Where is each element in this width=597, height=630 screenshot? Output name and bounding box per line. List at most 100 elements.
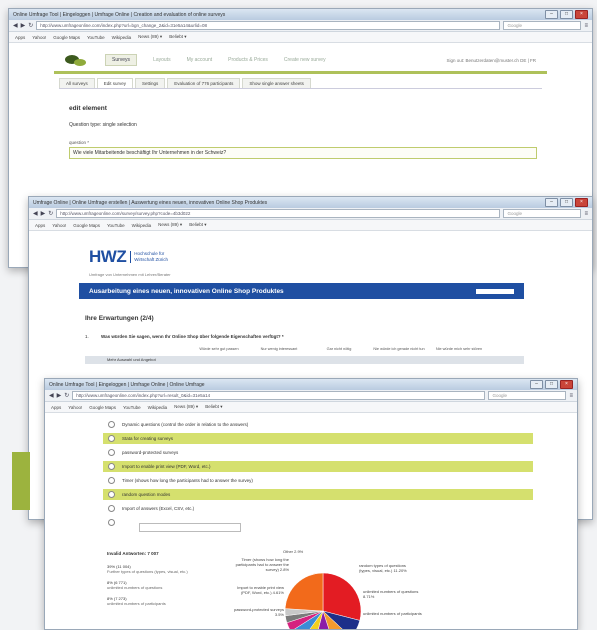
banner-title: Ausarbeitung eines neuen, innovativen On… bbox=[89, 287, 284, 295]
search-input[interactable]: Google bbox=[503, 209, 582, 218]
tab-create-survey[interactable]: Create new survey bbox=[284, 57, 326, 63]
maximize-button[interactable]: □ bbox=[560, 198, 573, 207]
question-text: Was würden Sie sagen, wenn Ihr Online Sh… bbox=[101, 334, 284, 339]
bookmark-item[interactable]: YouTube bbox=[87, 35, 105, 40]
bookmark-item[interactable]: Wikipedia bbox=[132, 223, 152, 228]
green-accent bbox=[12, 452, 30, 510]
back-icon[interactable]: ◀ bbox=[13, 22, 18, 29]
maximize-button[interactable]: □ bbox=[545, 380, 558, 389]
browser-navbar: ◀ ▶ ↻ http://www.umfrageonline.com/surve… bbox=[29, 208, 592, 220]
bookmark-item[interactable]: News (89) ▾ bbox=[138, 34, 162, 40]
close-button[interactable]: × bbox=[575, 198, 588, 207]
option-row[interactable]: Import to enable print view (PDF, Word, … bbox=[103, 461, 533, 472]
subtab-evaluation[interactable]: Evaluation of 776 participants bbox=[167, 78, 241, 88]
col-header: Nie würde mich sehr stören bbox=[435, 347, 483, 351]
pie-label: unlimited numbers of questions 8.71% bbox=[363, 589, 419, 599]
radio-button[interactable] bbox=[108, 505, 115, 512]
bookmark-item[interactable]: Beliebt ▾ bbox=[189, 222, 206, 228]
minimize-button[interactable]: – bbox=[545, 10, 558, 19]
subtab-single-sheets[interactable]: Show single answer sheets bbox=[242, 78, 311, 88]
bookmark-item[interactable]: News (89) ▾ bbox=[158, 222, 182, 228]
radio-button[interactable] bbox=[108, 477, 115, 484]
page: { "window1": { "title": "Online Umfrage … bbox=[0, 0, 597, 630]
stats-title: Invalid Antworten: 7 007 bbox=[107, 551, 159, 556]
bookmark-item[interactable]: Yahoo! bbox=[68, 405, 82, 410]
bookmark-item[interactable]: Yahoo! bbox=[52, 223, 66, 228]
back-icon[interactable]: ◀ bbox=[49, 392, 54, 399]
tab-products-prices[interactable]: Products & Prices bbox=[228, 57, 268, 63]
option-row[interactable]: Stata for creating surveys bbox=[103, 433, 533, 444]
maximize-button[interactable]: □ bbox=[560, 10, 573, 19]
option-label: Timer (shows how long the participants h… bbox=[122, 478, 253, 483]
other-input[interactable] bbox=[139, 523, 241, 532]
option-row[interactable]: Dynamic questions (control the order in … bbox=[103, 419, 533, 430]
forward-icon[interactable]: ▶ bbox=[41, 210, 46, 217]
radio-button[interactable] bbox=[108, 421, 115, 428]
progress-indicator bbox=[476, 288, 514, 294]
tab-my-account[interactable]: My account bbox=[187, 57, 213, 63]
window-survey-results: Online Umfrage Tool | Eingeloggen | Umfr… bbox=[44, 378, 578, 630]
bookmark-item[interactable]: Wikipedia bbox=[112, 35, 132, 40]
subtab-settings[interactable]: Settings bbox=[135, 78, 166, 88]
tab-layouts[interactable]: Layouts bbox=[153, 57, 171, 63]
reload-icon[interactable]: ↻ bbox=[28, 22, 33, 29]
option-row[interactable]: password-protected surveys bbox=[103, 447, 533, 458]
close-button[interactable]: × bbox=[575, 10, 588, 19]
bookmark-item[interactable]: YouTube bbox=[107, 223, 125, 228]
address-bar[interactable]: http://www.umfrageonline.com/survey/surv… bbox=[56, 209, 501, 218]
option-row[interactable]: Timer (shows how long the participants h… bbox=[103, 475, 533, 486]
tab-surveys[interactable]: Surveys bbox=[105, 54, 138, 66]
bookmark-item[interactable]: Apps bbox=[35, 223, 45, 228]
forward-icon[interactable]: ▶ bbox=[21, 22, 26, 29]
subtab-all-surveys[interactable]: All surveys bbox=[59, 78, 95, 88]
question-type: Question type: single selection bbox=[69, 122, 137, 128]
option-label: random question modes bbox=[122, 492, 171, 497]
back-icon[interactable]: ◀ bbox=[33, 210, 38, 217]
bookmark-item[interactable]: Apps bbox=[51, 405, 61, 410]
bookmark-item[interactable]: Beliebt ▾ bbox=[205, 404, 222, 410]
reload-icon[interactable]: ↻ bbox=[64, 392, 69, 399]
search-input[interactable]: Google bbox=[488, 391, 567, 400]
menu-icon[interactable]: ≡ bbox=[584, 23, 588, 29]
reload-icon[interactable]: ↻ bbox=[48, 210, 53, 217]
bookmark-item[interactable]: News (89) ▾ bbox=[174, 404, 198, 410]
title-bar: Online Umfrage Tool | Eingeloggen | Umfr… bbox=[45, 379, 577, 390]
matrix-header: Würde sehr gut passen Nur wenig interess… bbox=[189, 347, 524, 351]
radio-button[interactable] bbox=[108, 463, 115, 470]
bookmark-item[interactable]: Google Maps bbox=[53, 35, 80, 40]
radio-button[interactable] bbox=[108, 449, 115, 456]
hwz-logo[interactable]: HWZ Hochschule für Wirtschaft Zürich bbox=[89, 242, 524, 272]
bookmark-item[interactable]: Beliebt ▾ bbox=[169, 34, 186, 40]
pie-slice[interactable] bbox=[284, 572, 324, 612]
forward-icon[interactable]: ▶ bbox=[57, 392, 62, 399]
menu-icon[interactable]: ≡ bbox=[584, 211, 588, 217]
bookmark-item[interactable]: Google Maps bbox=[73, 223, 100, 228]
app-logo-icon[interactable] bbox=[65, 53, 87, 67]
option-row[interactable]: random question modes bbox=[103, 489, 533, 500]
subtab-edit-survey[interactable]: Edit survey bbox=[96, 78, 134, 88]
close-button[interactable]: × bbox=[560, 380, 573, 389]
question-label: question * bbox=[69, 140, 90, 145]
pie-label: unlimited numbers of participants bbox=[363, 611, 422, 616]
address-bar[interactable]: http://www.umfrageonline.com/index.php?u… bbox=[36, 21, 501, 30]
option-row[interactable]: Import of answers (Excel, CSV, etc.) bbox=[103, 503, 533, 514]
matrix-row: Mehr Auswahl und Angebot bbox=[85, 356, 524, 364]
address-bar[interactable]: http://www.umfrageonline.com/index.php?u… bbox=[72, 391, 486, 400]
bookmark-item[interactable]: Apps bbox=[15, 35, 25, 40]
option-label: password-protected surveys bbox=[122, 450, 179, 455]
radio-button[interactable] bbox=[108, 519, 115, 526]
menu-icon[interactable]: ≡ bbox=[569, 393, 573, 399]
minimize-button[interactable]: – bbox=[530, 380, 543, 389]
logo-text: HWZ bbox=[89, 247, 127, 266]
survey-banner: Ausarbeitung eines neuen, innovativen On… bbox=[79, 283, 524, 299]
search-input[interactable]: Google bbox=[503, 21, 582, 30]
user-info[interactable]: Sign out: Benutzerdaten@muster.ch DE | F… bbox=[446, 58, 536, 63]
question-input[interactable]: Wie viele Mitarbeitende beschäftigt Ihr … bbox=[69, 147, 537, 159]
bookmark-item[interactable]: Google Maps bbox=[89, 405, 116, 410]
radio-button[interactable] bbox=[108, 491, 115, 498]
radio-button[interactable] bbox=[108, 435, 115, 442]
bookmark-item[interactable]: Wikipedia bbox=[148, 405, 168, 410]
bookmark-item[interactable]: Yahoo! bbox=[32, 35, 46, 40]
bookmark-item[interactable]: YouTube bbox=[123, 405, 141, 410]
minimize-button[interactable]: – bbox=[545, 198, 558, 207]
